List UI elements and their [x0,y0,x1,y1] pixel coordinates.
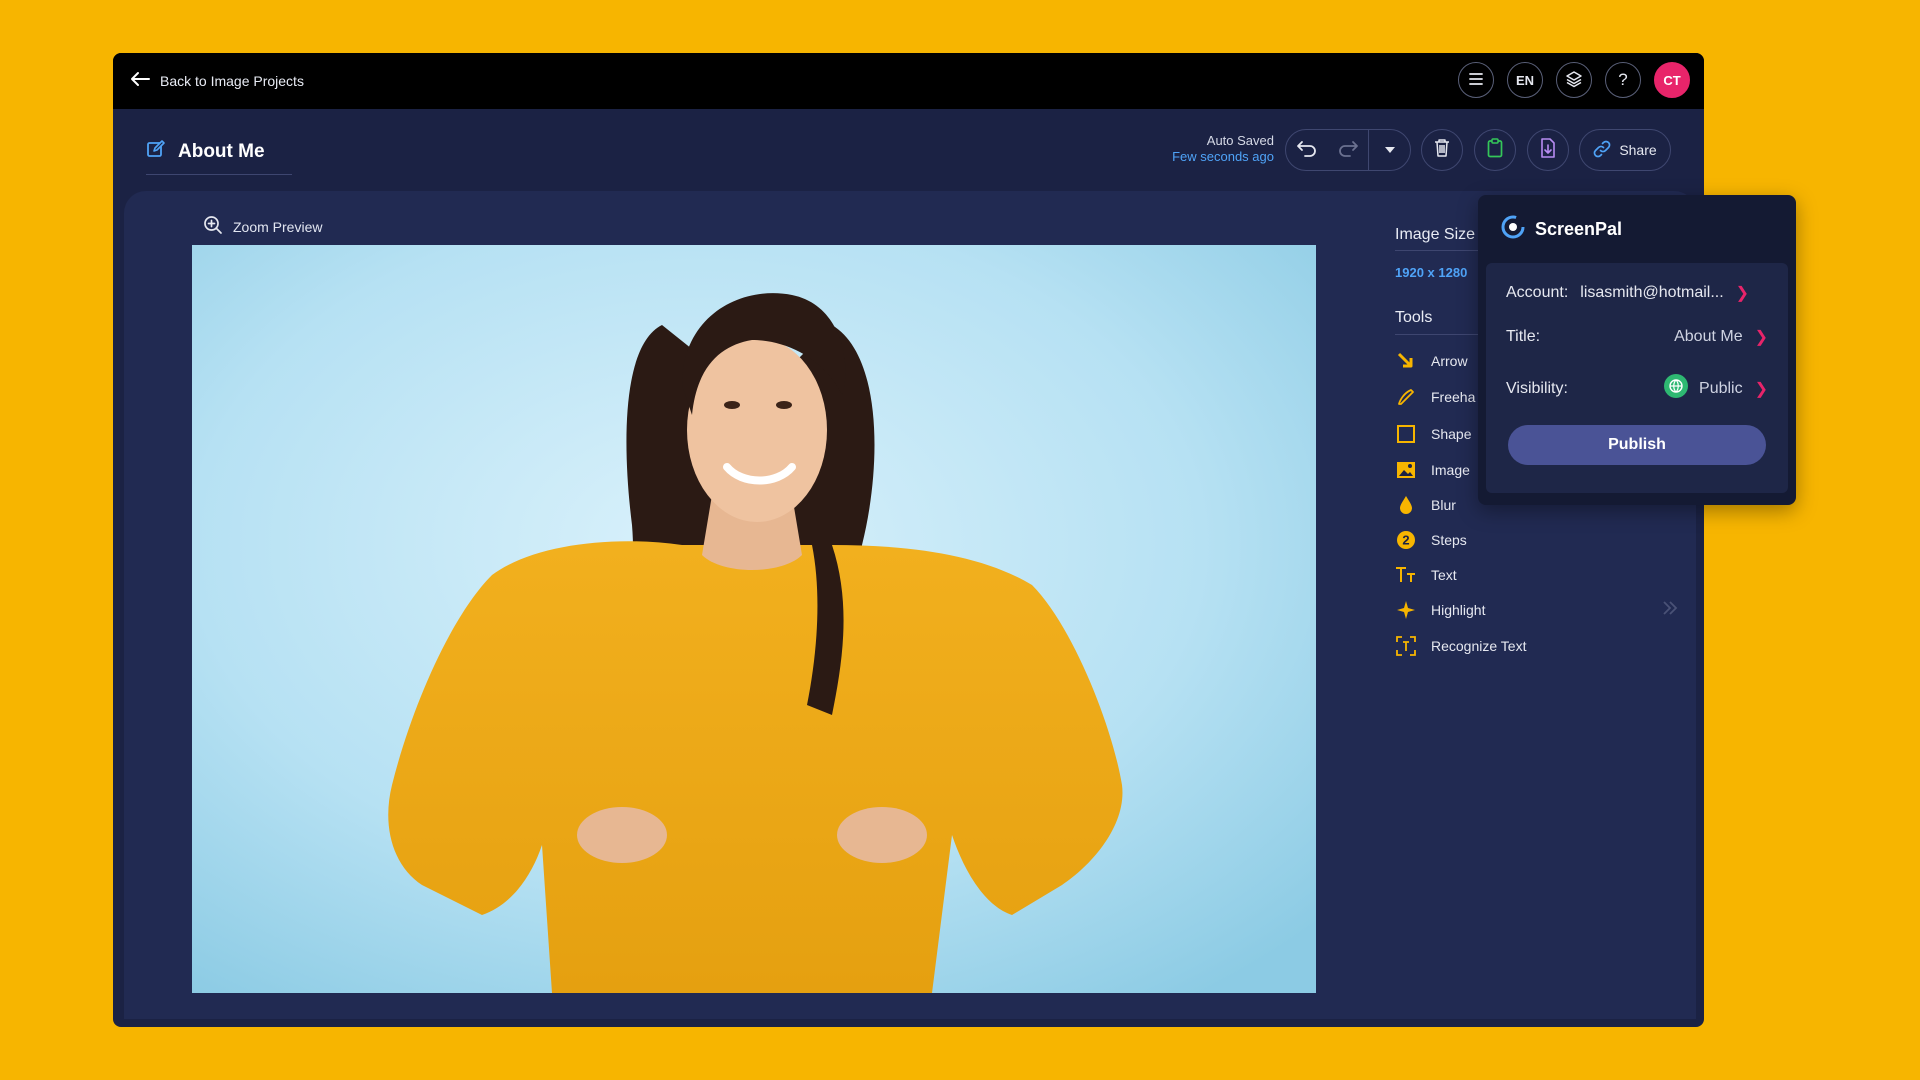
visibility-value-wrap: Public [1663,373,1743,404]
copy-to-clipboard-button[interactable] [1474,129,1516,171]
account-label: Account: [1506,284,1569,301]
photo-illustration [192,245,1316,993]
tool-arrow[interactable]: Arrow [1395,350,1468,372]
tools-underline [1395,334,1485,335]
hamburger-menu-icon [1468,72,1484,89]
blur-drop-icon [1395,494,1417,516]
download-button[interactable] [1527,129,1569,171]
tool-shape[interactable]: Shape [1395,423,1471,445]
tool-freehand[interactable]: Freeha [1395,386,1475,408]
chevron-right-icon: ❯ [1754,329,1768,346]
layers-icon [1565,70,1583,91]
back-to-projects-link[interactable]: Back to Image Projects [130,71,304,92]
image-size-title: Image Size [1395,226,1476,243]
tool-image[interactable]: Image [1395,459,1470,481]
menu-button[interactable] [1458,62,1494,98]
highlight-sparkle-icon [1395,599,1417,621]
download-file-icon [1540,137,1556,163]
tool-label: Blur [1431,497,1456,513]
redo-button[interactable] [1327,130,1368,170]
redo-icon [1337,139,1359,162]
tools-title: Tools [1395,309,1433,326]
svg-text:2: 2 [1402,533,1409,548]
tool-label: Text [1431,567,1457,583]
account-value: lisasmith@hotmail... [1580,284,1724,301]
visibility-label: Visibility: [1506,379,1568,397]
zoom-preview-label: Zoom Preview [233,218,323,235]
title-row[interactable]: Title: About Me ❯ [1506,327,1768,347]
tool-label: Highlight [1431,602,1486,618]
title-label: Title: [1506,328,1541,345]
arrow-left-icon [130,71,150,92]
share-button[interactable]: Share [1579,129,1671,171]
zoom-in-icon [203,215,223,238]
edit-pencil-icon [146,139,166,164]
freehand-icon [1395,386,1417,408]
shape-icon [1395,423,1417,445]
account-row[interactable]: Account: lisasmith@hotmail... ❯ [1506,283,1768,303]
tool-label: Image [1431,462,1470,478]
text-icon [1395,564,1417,586]
double-chevron-right-icon [1661,601,1679,621]
tool-highlight[interactable]: Highlight [1395,599,1485,621]
image-size-underline [1395,250,1485,251]
screenpal-publish-popup: ScreenPal Account: lisasmith@hotmail... … [1478,195,1796,505]
tool-label: Shape [1431,426,1472,442]
autosave-label: Auto Saved [1206,133,1274,148]
chevron-right-icon: ❯ [1754,380,1768,398]
visibility-value: Public [1699,379,1743,397]
popup-card: Account: lisasmith@hotmail... ❯ Title: A… [1486,263,1788,493]
document-title-field[interactable]: About Me [146,139,292,175]
steps-number-icon: 2 [1395,529,1417,551]
image-editor-window: Back to Image Projects EN ? CT About Me [113,53,1704,1027]
undo-button[interactable] [1286,130,1327,170]
tool-label: Freeha [1431,389,1476,405]
screenpal-logo-icon [1501,215,1525,244]
image-size-value[interactable]: 1920 x 1280 [1395,265,1467,280]
user-avatar[interactable]: CT [1654,62,1690,98]
share-label: Share [1619,142,1657,158]
autosave-status: Auto Saved Few seconds ago [1172,133,1274,164]
tool-recognize-text[interactable]: Recognize Text [1395,635,1526,657]
edited-photo[interactable] [192,245,1316,993]
back-link-label: Back to Image Projects [160,73,304,89]
visibility-row[interactable]: Visibility: Public ❯ [1506,373,1768,404]
tool-text[interactable]: Text [1395,564,1457,586]
history-dropdown-button[interactable] [1369,130,1410,170]
globe-icon [1663,373,1689,404]
help-button[interactable]: ? [1605,62,1641,98]
image-icon [1395,459,1417,481]
tool-blur[interactable]: Blur [1395,494,1456,516]
clipboard-icon [1487,137,1503,163]
tool-steps[interactable]: 2 Steps [1395,529,1467,551]
caret-down-icon [1384,141,1396,159]
publish-button[interactable]: Publish [1508,425,1766,465]
delete-button[interactable] [1421,129,1463,171]
tool-label: Steps [1431,532,1467,548]
popup-brand: ScreenPal [1535,219,1623,239]
layers-button[interactable] [1556,62,1592,98]
undo-icon [1296,139,1318,162]
popup-header: ScreenPal [1478,195,1796,244]
undo-redo-group [1285,129,1411,171]
recognize-text-icon [1395,635,1417,657]
link-icon [1593,140,1611,161]
top-bar: Back to Image Projects EN ? CT [113,53,1704,109]
collapse-sidebar-button[interactable] [1661,599,1679,622]
zoom-preview-button[interactable]: Zoom Preview [203,215,322,238]
tool-label: Arrow [1431,353,1468,369]
top-bar-actions: EN ? CT [1458,62,1690,98]
trash-icon [1433,138,1451,163]
chevron-right-icon: ❯ [1735,285,1750,302]
arrow-icon [1395,350,1417,372]
tool-label: Recognize Text [1431,638,1527,654]
title-value: About Me [1674,328,1743,345]
language-button[interactable]: EN [1507,62,1543,98]
autosave-time: Few seconds ago [1172,149,1274,164]
document-title: About Me [178,140,265,162]
